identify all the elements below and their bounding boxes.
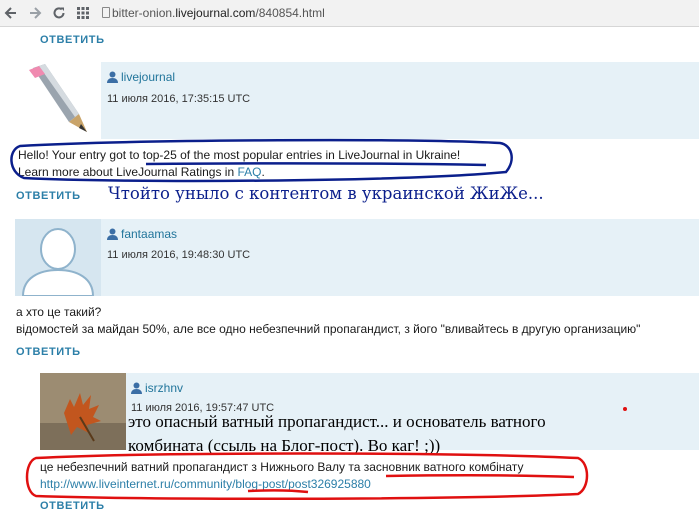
annotation-text: это опасный ватный пропагандист... и осн…: [128, 412, 546, 455]
faq-link[interactable]: FAQ: [237, 165, 261, 179]
reload-icon[interactable]: [50, 4, 68, 22]
username: livejournal: [121, 70, 176, 84]
comment-line-text: Learn more about LiveJournal Ratings in: [18, 165, 238, 179]
comment-date: 11 июля 2016, 19:48:30 UTC: [107, 249, 251, 261]
user-icon: [131, 382, 142, 394]
url-domain: livejournal.com: [175, 6, 256, 20]
forward-icon[interactable]: [26, 4, 44, 22]
apps-grid-icon[interactable]: [74, 4, 92, 22]
comment-date: 11 июля 2016, 17:35:15 UTC: [107, 93, 251, 105]
back-icon[interactable]: [2, 4, 20, 22]
address-bar[interactable]: bitter-onion.livejournal.com/840854.html: [112, 3, 699, 23]
browser-toolbar: bitter-onion.livejournal.com/840854.html: [0, 0, 699, 27]
comment-line: Learn more about LiveJournal Ratings in …: [18, 164, 460, 181]
url-path: /840854.html: [255, 6, 325, 20]
avatar[interactable]: [15, 219, 101, 296]
comment-text: а хто це такий? відомостей за майдан 50%…: [16, 304, 640, 338]
comment-line: а хто це такий?: [16, 305, 102, 319]
maple-leaf-icon: [40, 373, 126, 450]
user-icon: [107, 71, 118, 83]
pencil-icon: [29, 64, 87, 132]
avatar[interactable]: [15, 62, 101, 139]
comment-line: це небезпечний ватний пропагандист з Ниж…: [40, 460, 524, 474]
annotation-text: Чтойто уныло с контентом в украинской Жи…: [108, 184, 544, 203]
username: isrzhnv: [145, 381, 184, 395]
avatar[interactable]: [40, 373, 126, 450]
comment-line: Hello! Your entry got to top-25 of the m…: [18, 148, 461, 162]
username-link[interactable]: isrzhnv: [131, 381, 183, 395]
reply-button[interactable]: ОТВЕТИТЬ: [16, 190, 81, 202]
page-icon: [102, 7, 110, 18]
username-link[interactable]: fantaamas: [107, 227, 177, 241]
comment-text: Hello! Your entry got to top-25 of the m…: [18, 147, 460, 181]
comment-line-text: .: [261, 165, 265, 179]
url-host: bitter-onion.: [112, 6, 176, 20]
blog-post-link[interactable]: http://www.liveinternet.ru/community/blo…: [40, 476, 523, 493]
reply-button[interactable]: ОТВЕТИТЬ: [40, 34, 105, 46]
reply-button[interactable]: ОТВЕТИТЬ: [16, 346, 81, 358]
username: fantaamas: [121, 227, 178, 241]
username-link[interactable]: livejournal: [107, 70, 175, 84]
comment-line: відомостей за майдан 50%, але все одно н…: [16, 322, 641, 336]
user-icon: [107, 228, 118, 240]
comment-text: це небезпечний ватний пропагандист з Ниж…: [40, 459, 523, 493]
reply-button[interactable]: ОТВЕТИТЬ: [40, 500, 105, 512]
default-avatar-icon: [21, 228, 95, 296]
